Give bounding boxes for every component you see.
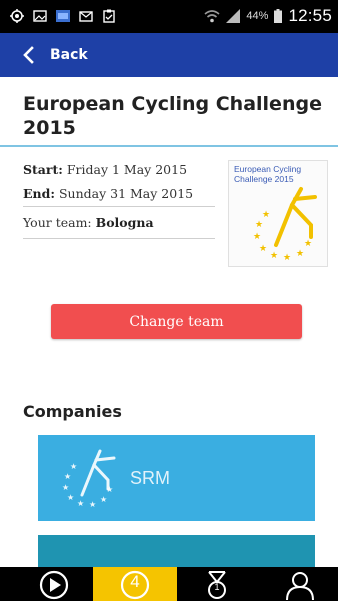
info-divider bbox=[23, 238, 215, 239]
svg-text:★: ★ bbox=[62, 483, 69, 492]
svg-text:★: ★ bbox=[64, 472, 71, 481]
event-logo: European Cycling Challenge 2015 ★ ★ ★ ★ … bbox=[228, 160, 328, 267]
image-icon bbox=[33, 10, 47, 22]
company-name: SRM bbox=[130, 468, 170, 488]
signal-icon bbox=[226, 9, 241, 23]
title-divider bbox=[0, 145, 338, 147]
svg-text:★: ★ bbox=[255, 220, 263, 230]
start-label: Start: bbox=[23, 162, 63, 177]
company-card[interactable] bbox=[38, 535, 315, 569]
start-value: Friday 1 May 2015 bbox=[66, 162, 188, 177]
svg-text:★: ★ bbox=[77, 499, 84, 508]
chevron-left-icon[interactable] bbox=[22, 46, 34, 64]
nav-profile[interactable] bbox=[258, 567, 338, 601]
location-icon bbox=[10, 9, 24, 23]
svg-text:★: ★ bbox=[270, 251, 278, 261]
cyclist-stars-icon: ★ ★ ★ ★ ★ ★ ★ ★ bbox=[253, 187, 317, 263]
svg-text:★: ★ bbox=[262, 210, 270, 220]
play-icon bbox=[39, 570, 69, 600]
start-date-row: Start: Friday 1 May 2015 bbox=[23, 158, 215, 182]
battery-icon bbox=[274, 9, 283, 23]
svg-text:★: ★ bbox=[89, 500, 96, 509]
nav-play[interactable] bbox=[12, 567, 96, 601]
end-value: Sunday 31 May 2015 bbox=[58, 186, 194, 201]
clipboard-icon bbox=[103, 9, 115, 23]
svg-text:★: ★ bbox=[296, 249, 304, 259]
clock: 12:55 bbox=[288, 6, 332, 25]
svg-text:★: ★ bbox=[67, 493, 74, 502]
company-card-srm[interactable]: ★ ★ ★ ★ ★ ★ ★ ★ SRM bbox=[38, 435, 315, 521]
nav-medals[interactable]: 1 bbox=[175, 567, 259, 601]
svg-text:★: ★ bbox=[253, 232, 261, 242]
challenge-info: Start: Friday 1 May 2015 End: Sunday 31 … bbox=[23, 158, 215, 239]
companies-heading: Companies bbox=[23, 402, 122, 421]
wifi-icon bbox=[204, 10, 220, 23]
rank-badge: 4 bbox=[130, 572, 140, 591]
svg-text:★: ★ bbox=[283, 253, 291, 263]
page-title: European Cycling Challenge 2015 bbox=[23, 93, 322, 139]
battery-percent: 44% bbox=[246, 10, 269, 22]
end-label: End: bbox=[23, 186, 55, 201]
status-right: 44% 12:55 bbox=[204, 6, 332, 26]
medal-badge: 1 bbox=[214, 582, 220, 592]
svg-text:★: ★ bbox=[100, 495, 107, 504]
bottom-nav: 4 1 bbox=[0, 567, 338, 601]
svg-text:★: ★ bbox=[259, 244, 267, 254]
back-button[interactable]: Back bbox=[50, 47, 88, 63]
profile-icon bbox=[286, 572, 314, 600]
mail-icon bbox=[79, 11, 93, 22]
change-team-button[interactable]: Change team bbox=[51, 304, 302, 339]
svg-text:★: ★ bbox=[70, 462, 77, 471]
nav-rank[interactable]: 4 bbox=[93, 567, 177, 601]
end-date-row: End: Sunday 31 May 2015 bbox=[23, 182, 215, 206]
app-bar: Back bbox=[0, 33, 338, 77]
team-row: Your team: Bologna bbox=[23, 207, 215, 238]
company-logo-icon: ★ ★ ★ ★ ★ ★ ★ ★ bbox=[62, 449, 116, 509]
notification-icons bbox=[10, 9, 116, 23]
svg-text:★: ★ bbox=[304, 239, 312, 249]
team-label: Your team: bbox=[23, 215, 92, 230]
gallery-icon bbox=[56, 10, 70, 22]
team-value: Bologna bbox=[95, 215, 154, 230]
status-bar: 44% 12:55 bbox=[0, 0, 338, 33]
